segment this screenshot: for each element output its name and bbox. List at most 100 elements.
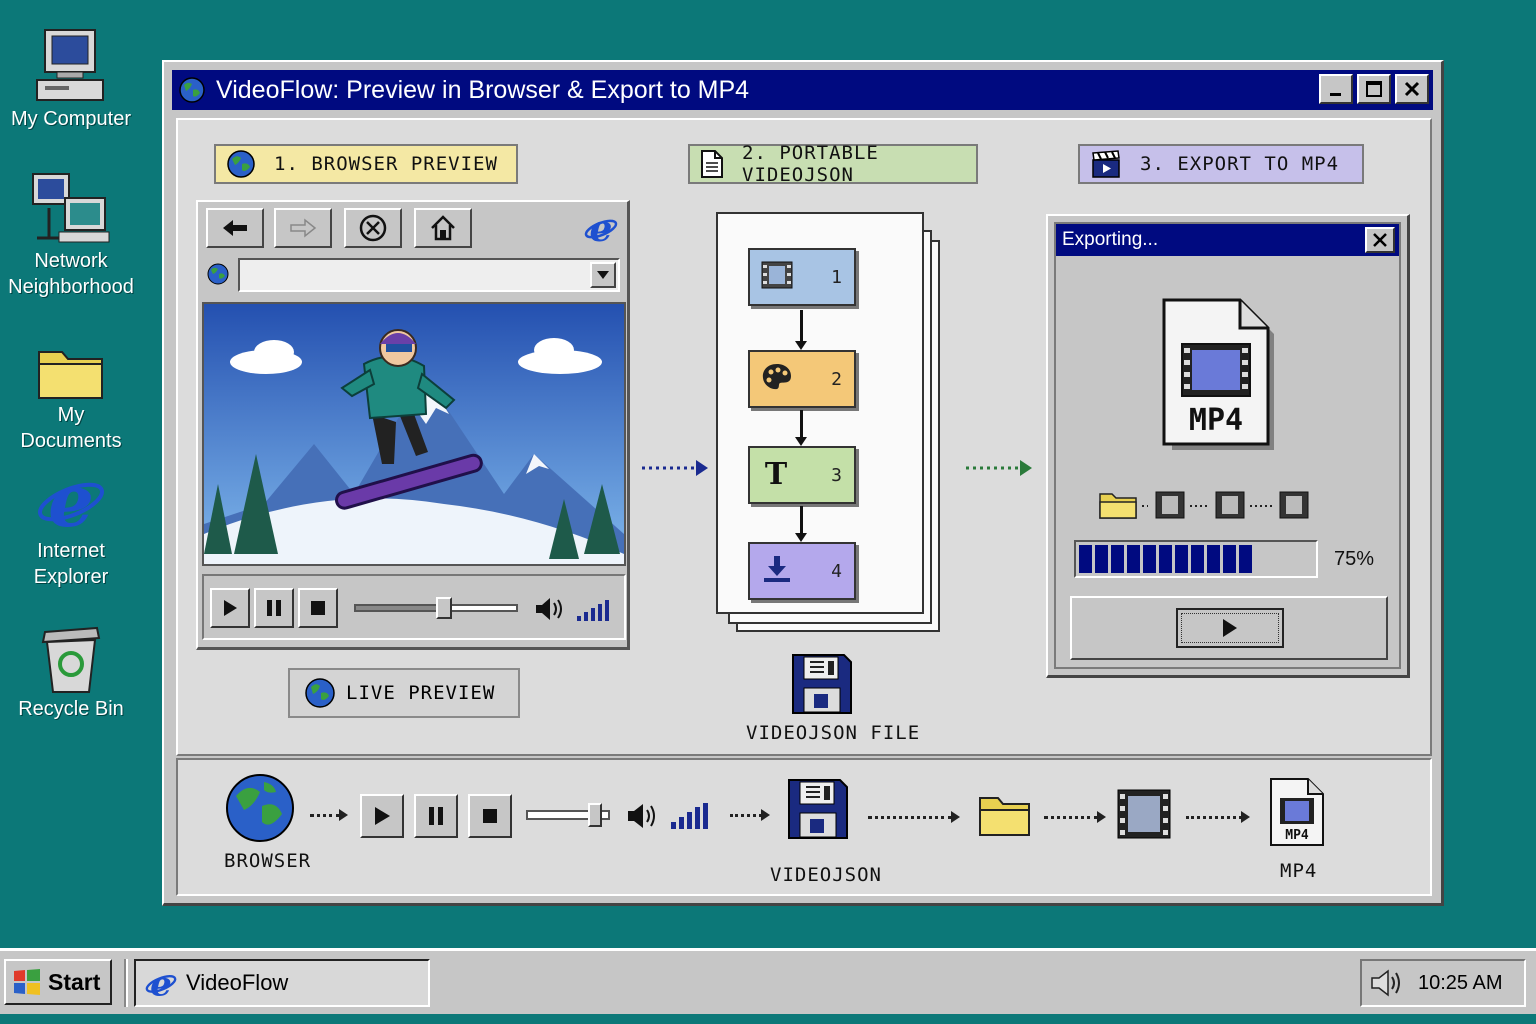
- stop-button[interactable]: [344, 208, 402, 248]
- mp4-file-icon-text: MP4: [1285, 828, 1309, 843]
- maximize-icon: [1366, 81, 1382, 97]
- globe-icon: [304, 677, 336, 709]
- stop-playback-button[interactable]: [298, 588, 338, 628]
- forward-button[interactable]: [274, 208, 332, 248]
- clock: 10:25 AM: [1418, 971, 1503, 994]
- export-play-button[interactable]: [1176, 608, 1284, 648]
- folder-icon: [1099, 493, 1137, 519]
- bottom-pause-button[interactable]: [414, 794, 458, 838]
- home-button[interactable]: [414, 208, 472, 248]
- desktop-icon-my-documents[interactable]: My Documents: [8, 318, 134, 454]
- address-bar[interactable]: [238, 258, 620, 292]
- play-icon: [224, 600, 237, 616]
- film-frame-icon: [1215, 491, 1245, 519]
- step-label-export-to-mp4: 3. EXPORT TO MP4: [1078, 144, 1364, 184]
- live-preview-button[interactable]: LIVE PREVIEW: [288, 668, 520, 718]
- video-preview[interactable]: [202, 302, 626, 566]
- seek-slider-thumb[interactable]: [436, 597, 452, 619]
- folder-icon: [978, 792, 1032, 843]
- mp4-file-icon-text: MP4: [1189, 403, 1243, 438]
- volume-level-icon[interactable]: [670, 802, 712, 835]
- film-icon: [1116, 788, 1172, 845]
- bottom-seek-slider[interactable]: [526, 803, 610, 827]
- taskbar-videoflow-button[interactable]: e VideoFlow: [134, 959, 430, 1007]
- desktop-icon-label: My Computer: [10, 108, 132, 130]
- bottom-flow-panel: BROWSER VIDEOJSON MP4 MP4: [176, 758, 1432, 896]
- minimize-button[interactable]: [1319, 74, 1353, 104]
- close-icon: [1373, 233, 1387, 247]
- floppy-disk-icon: [790, 652, 854, 721]
- back-arrow-icon: [223, 220, 247, 236]
- back-button[interactable]: [206, 208, 264, 248]
- ie-icon: e: [144, 966, 178, 1000]
- export-dialog: Exporting... MP4 75%: [1046, 214, 1410, 678]
- stop-icon: [359, 214, 387, 242]
- taskbar-videoflow-label: VideoFlow: [186, 970, 289, 995]
- seek-slider[interactable]: [354, 597, 518, 619]
- flow-arrow: [310, 809, 348, 821]
- recycle-bin-icon: [8, 612, 134, 696]
- system-tray: 10:25 AM: [1360, 959, 1526, 1007]
- desktop-icon-label: Internet Explorer: [33, 540, 109, 588]
- address-dropdown-button[interactable]: [590, 262, 616, 288]
- globe-icon: [178, 76, 206, 104]
- pipeline-step-number: 1: [831, 266, 842, 288]
- pipeline-step-4[interactable]: 4: [748, 542, 856, 600]
- videojson-pipeline-sheet: 1 2 T 3 4: [716, 212, 924, 614]
- flow-arrow: [1186, 811, 1250, 823]
- desktop-icon-my-computer[interactable]: My Computer: [8, 22, 134, 132]
- snowboarder-scene-image: [204, 304, 624, 564]
- pipeline-step-number: 4: [831, 560, 842, 582]
- pipeline-step-number: 2: [831, 368, 842, 390]
- film-frame-icon: [1155, 491, 1185, 519]
- maximize-button[interactable]: [1357, 74, 1391, 104]
- bottom-browser-label: BROWSER: [224, 850, 312, 872]
- flow-arrow: [1044, 811, 1106, 823]
- playback-controls: [202, 574, 626, 640]
- text-icon: T: [760, 457, 794, 493]
- pipeline-connector: [795, 506, 807, 542]
- pipeline-connector: [795, 310, 807, 350]
- export-dialog-title-bar[interactable]: Exporting...: [1056, 224, 1399, 256]
- speaker-icon[interactable]: [626, 802, 660, 835]
- play-button[interactable]: [210, 588, 250, 628]
- desktop-icon-recycle-bin[interactable]: Recycle Bin: [8, 612, 134, 722]
- play-icon: [375, 807, 390, 825]
- desktop-icon-label: Recycle Bin: [18, 698, 124, 720]
- title-bar[interactable]: VideoFlow: Preview in Browser & Export t…: [172, 70, 1433, 110]
- ie-icon: e: [8, 454, 134, 538]
- close-button[interactable]: [1395, 74, 1429, 104]
- pause-icon: [429, 807, 443, 825]
- bottom-play-button[interactable]: [360, 794, 404, 838]
- live-preview-label: LIVE PREVIEW: [346, 682, 496, 704]
- bottom-mp4-label: MP4: [1280, 860, 1318, 882]
- pipeline-step-3[interactable]: T 3: [748, 446, 856, 504]
- start-button[interactable]: Start: [4, 959, 112, 1005]
- globe-large-icon: [224, 772, 296, 849]
- volume-icon[interactable]: [1370, 968, 1406, 998]
- bottom-seek-slider-thumb[interactable]: [588, 803, 602, 827]
- step-label-text: 3. EXPORT TO MP4: [1140, 153, 1340, 175]
- globe-icon: [226, 149, 256, 179]
- step-label-browser-preview: 1. BROWSER PREVIEW: [214, 144, 518, 184]
- step-label-text: 2. PORTABLE VIDEOJSON: [742, 142, 879, 186]
- taskbar-separator: [124, 959, 128, 1007]
- speaker-icon[interactable]: [534, 596, 566, 627]
- pause-button[interactable]: [254, 588, 294, 628]
- pipeline-step-1[interactable]: 1: [748, 248, 856, 306]
- bottom-stop-button[interactable]: [468, 794, 512, 838]
- desktop-icon-network-neighborhood[interactable]: Network Neighborhood: [8, 164, 134, 300]
- svg-text:e: e: [48, 462, 94, 538]
- folder-icon: [8, 318, 134, 402]
- pipeline-step-2[interactable]: 2: [748, 350, 856, 408]
- export-progress-percent: 75%: [1334, 548, 1375, 570]
- computer-icon: [8, 22, 134, 106]
- volume-level-icon[interactable]: [576, 598, 612, 627]
- palette-icon: [760, 362, 794, 397]
- step-label-portable-videojson: 2. PORTABLE VIDEOJSON: [688, 142, 978, 186]
- svg-text:e: e: [150, 966, 172, 1000]
- film-icon: [760, 260, 794, 295]
- export-dialog-close-button[interactable]: [1365, 227, 1395, 253]
- step-label-text: 1. BROWSER PREVIEW: [274, 153, 498, 175]
- desktop-icon-internet-explorer[interactable]: e Internet Explorer: [8, 454, 134, 590]
